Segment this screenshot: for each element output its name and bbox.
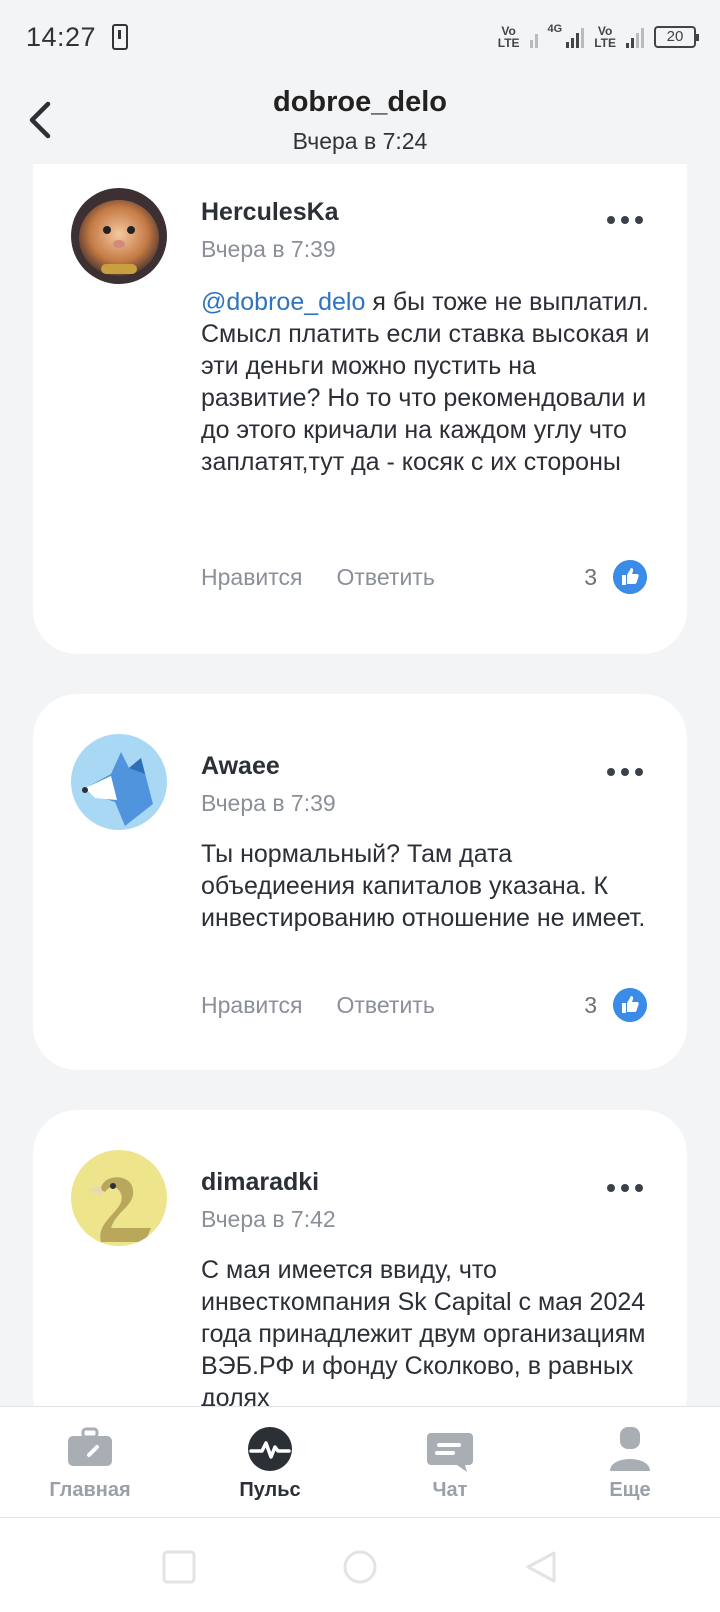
like-count: 3 — [584, 564, 597, 590]
thumbs-up-icon[interactable] — [613, 560, 647, 594]
nav-more[interactable]: Еще — [540, 1407, 720, 1517]
comment-actions: Нравится Ответить — [201, 992, 435, 1019]
more-options-icon[interactable] — [607, 768, 643, 776]
comment-author[interactable]: Awaee — [201, 752, 280, 781]
like-button[interactable]: Нравится — [201, 564, 303, 591]
duck-avatar-icon — [71, 1150, 167, 1246]
avatar[interactable] — [71, 1150, 167, 1246]
nav-home[interactable]: Главная — [0, 1407, 180, 1517]
phone-icon — [112, 24, 129, 50]
nav-pulse[interactable]: Пульс — [180, 1407, 360, 1517]
home-circle-icon[interactable] — [342, 1549, 378, 1585]
comment-body: я бы тоже не выплатил. Смысл платить есл… — [201, 288, 650, 476]
recent-apps-icon[interactable] — [162, 1550, 196, 1584]
comment-text: Ты нормальный? Там дата объедиеения капи… — [201, 840, 646, 932]
battery-icon: 20 — [654, 26, 699, 48]
comment-time: Вчера в 7:42 — [201, 1206, 336, 1232]
volte-icon-2: Vo LTE — [594, 24, 616, 50]
fox-avatar-icon — [71, 734, 167, 830]
hamster-avatar-icon — [71, 188, 167, 284]
signal-icon-2 — [566, 26, 585, 48]
post-time: Вчера в 7:24 — [292, 128, 428, 154]
mention-link[interactable]: @dobroe_delo — [201, 288, 365, 316]
signal-icon-1 — [529, 26, 538, 48]
comment-actions: Нравится Ответить — [201, 564, 435, 591]
nav-label: Главная — [49, 1479, 131, 1501]
briefcase-icon — [68, 1427, 112, 1466]
reply-button[interactable]: Ответить — [337, 992, 435, 1019]
comment-author[interactable]: dimaradki — [201, 1168, 319, 1197]
status-time: 14:27 — [26, 21, 97, 52]
comment-card: Awaee Вчера в 7:39 Ты нормальный? Там да… — [33, 694, 687, 1070]
nav-label: Чат — [432, 1479, 468, 1501]
comment-text: С мая имеется ввиду, что инвесткомпания … — [201, 1256, 646, 1412]
network-type: 4G — [547, 23, 563, 35]
nav-label: Еще — [609, 1479, 651, 1501]
back-triangle-icon[interactable] — [524, 1550, 558, 1584]
nav-chat[interactable]: Чат — [360, 1407, 540, 1517]
comment-card: HerculesKa Вчера в 7:39 @dobroe_delo я б… — [33, 164, 687, 654]
like-count: 3 — [584, 992, 597, 1018]
avatar[interactable] — [71, 734, 167, 830]
thumbs-up-icon[interactable] — [613, 988, 647, 1022]
like-button[interactable]: Нравится — [201, 992, 303, 1019]
comment-time: Вчера в 7:39 — [201, 790, 336, 816]
comment-time: Вчера в 7:39 — [201, 236, 336, 262]
bottom-navigation: Главная Пульс Чат Еще — [0, 1406, 720, 1518]
chat-icon — [427, 1433, 473, 1472]
volte-icon: Vo LTE — [497, 24, 520, 50]
nav-label: Пульс — [239, 1479, 301, 1501]
profile-icon — [610, 1427, 650, 1471]
header: dobroe_delo Вчера в 7:24 — [0, 74, 720, 166]
signal-icon-3 — [626, 26, 644, 48]
reply-button[interactable]: Ответить — [337, 564, 435, 591]
comment-author[interactable]: HerculesKa — [201, 198, 339, 227]
status-bar: 14:27 Vo LTE 4G Vo LTE 20 — [0, 0, 720, 74]
more-options-icon[interactable] — [607, 1184, 643, 1192]
comment-card: dimaradki Вчера в 7:42 С мая имеется вви… — [33, 1110, 687, 1440]
pulse-icon — [248, 1427, 292, 1471]
system-navigation — [0, 1518, 720, 1612]
avatar[interactable] — [71, 188, 167, 284]
more-options-icon[interactable] — [607, 216, 643, 224]
page-title: dobroe_delo — [272, 86, 447, 118]
comment-text: @dobroe_delo я бы тоже не выплатил. Смыс… — [201, 286, 651, 478]
